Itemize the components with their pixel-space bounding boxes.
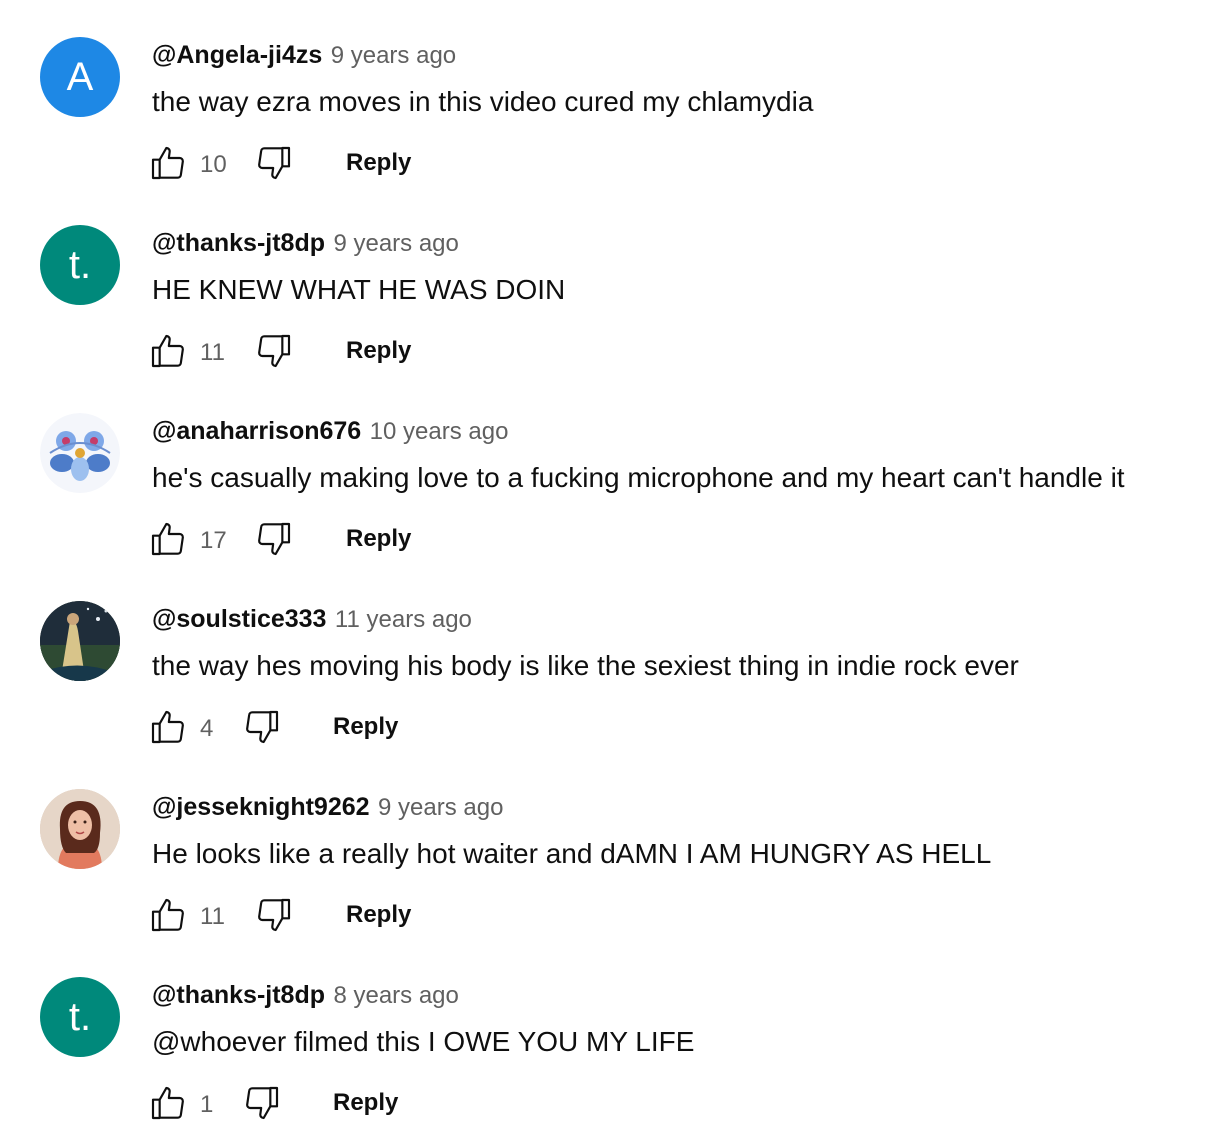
comment-toolbar: 11 Reply [148, 895, 548, 939]
thumbs-down-icon [246, 1086, 279, 1120]
floral-avatar-image [40, 413, 120, 493]
reply-button[interactable]: Reply [346, 521, 411, 557]
like-count: 10 [200, 151, 227, 178]
thumbs-up-icon [151, 1086, 184, 1120]
comment-header: @jesseknight9262 9 years ago [152, 790, 503, 824]
avatar[interactable] [40, 789, 120, 869]
comment-toolbar: 17 Reply [148, 519, 548, 563]
dislike-button[interactable] [254, 895, 294, 935]
author-name[interactable]: @jesseknight9262 [152, 793, 370, 821]
thumbs-down-icon [258, 522, 291, 556]
like-count: 1 [200, 1091, 214, 1118]
avatar[interactable] [40, 413, 120, 493]
author-name[interactable]: @thanks-jt8dp [152, 981, 325, 1009]
reply-button[interactable]: Reply [333, 709, 398, 745]
thumbs-up-icon [151, 334, 184, 368]
thumbs-down-icon [258, 898, 291, 932]
timestamp[interactable]: 8 years ago [333, 982, 458, 1009]
comment-text: He looks like a really hot waiter and dA… [152, 838, 992, 869]
thumbs-down-icon [258, 146, 291, 180]
comment-header: @Angela-ji4zs 9 years ago [152, 38, 456, 72]
comment-header: @thanks-jt8dp 9 years ago [152, 226, 459, 260]
dislike-button[interactable] [254, 331, 294, 371]
comment-text: the way hes moving his body is like the … [152, 650, 1019, 681]
comment-thread: t. @thanks-jt8dp 8 years ago @whoever fi… [0, 940, 1214, 1128]
thumbs-up-icon [151, 146, 184, 180]
avatar-letter: A [66, 54, 94, 99]
like-count: 17 [200, 527, 227, 554]
like-count: 11 [200, 903, 225, 930]
comment-thread: A @Angela-ji4zs 9 years ago the way ezra… [0, 0, 1214, 188]
thumbs-up-icon [151, 522, 184, 556]
dislike-button[interactable] [254, 519, 294, 559]
comment-text: HE KNEW WHAT HE WAS DOIN [152, 274, 566, 305]
reply-button[interactable]: Reply [346, 333, 411, 369]
comment-text: he's casually making love to a fucking m… [152, 462, 1125, 493]
comment-toolbar: 10 Reply [148, 143, 548, 187]
avatar[interactable]: t. [40, 225, 120, 305]
thumbs-up-icon [151, 898, 184, 932]
comment-text: the way ezra moves in this video cured m… [152, 86, 814, 117]
comment-thread: @soulstice333 11 years ago the way hes m… [0, 564, 1214, 752]
reply-button[interactable]: Reply [346, 145, 411, 181]
comment-header: @anaharrison676 10 years ago [152, 414, 508, 448]
comment-thread: @anaharrison676 10 years ago he's casual… [0, 376, 1214, 564]
comment-header: @soulstice333 11 years ago [152, 602, 472, 636]
painting-avatar-image [40, 601, 120, 681]
comment-thread: t. @thanks-jt8dp 9 years ago HE KNEW WHA… [0, 188, 1214, 376]
comment-toolbar: 1 Reply [148, 1083, 548, 1127]
comment-text: @whoever filmed this I OWE YOU MY LIFE [152, 1026, 695, 1057]
reply-button[interactable]: Reply [346, 897, 411, 933]
timestamp[interactable]: 11 years ago [335, 606, 472, 633]
like-button[interactable] [148, 331, 188, 371]
avatar[interactable]: A [40, 37, 120, 117]
avatar[interactable]: t. [40, 977, 120, 1057]
like-count: 4 [200, 715, 214, 742]
thumbs-up-icon [151, 710, 184, 744]
like-count: 11 [200, 339, 225, 366]
like-button[interactable] [148, 143, 188, 183]
dislike-button[interactable] [242, 707, 282, 747]
reply-button[interactable]: Reply [333, 1085, 398, 1121]
like-button[interactable] [148, 707, 188, 747]
avatar[interactable] [40, 601, 120, 681]
author-name[interactable]: @anaharrison676 [152, 417, 361, 445]
dislike-button[interactable] [254, 143, 294, 183]
author-name[interactable]: @thanks-jt8dp [152, 229, 325, 257]
thumbs-down-icon [246, 710, 279, 744]
thumbs-down-icon [258, 334, 291, 368]
timestamp[interactable]: 9 years ago [331, 42, 456, 69]
comment-header: @thanks-jt8dp 8 years ago [152, 978, 459, 1012]
dislike-button[interactable] [242, 1083, 282, 1123]
timestamp[interactable]: 10 years ago [370, 418, 509, 445]
author-name[interactable]: @soulstice333 [152, 605, 326, 633]
like-button[interactable] [148, 1083, 188, 1123]
portrait-avatar-image [40, 789, 120, 869]
comment-toolbar: 11 Reply [148, 331, 548, 375]
like-button[interactable] [148, 895, 188, 935]
avatar-letter: t. [68, 994, 92, 1039]
timestamp[interactable]: 9 years ago [378, 794, 503, 821]
timestamp[interactable]: 9 years ago [333, 230, 458, 257]
comment-toolbar: 4 Reply [148, 707, 548, 751]
comment-thread: @jesseknight9262 9 years ago He looks li… [0, 752, 1214, 940]
avatar-letter: t. [68, 242, 92, 287]
like-button[interactable] [148, 519, 188, 559]
author-name[interactable]: @Angela-ji4zs [152, 41, 322, 69]
